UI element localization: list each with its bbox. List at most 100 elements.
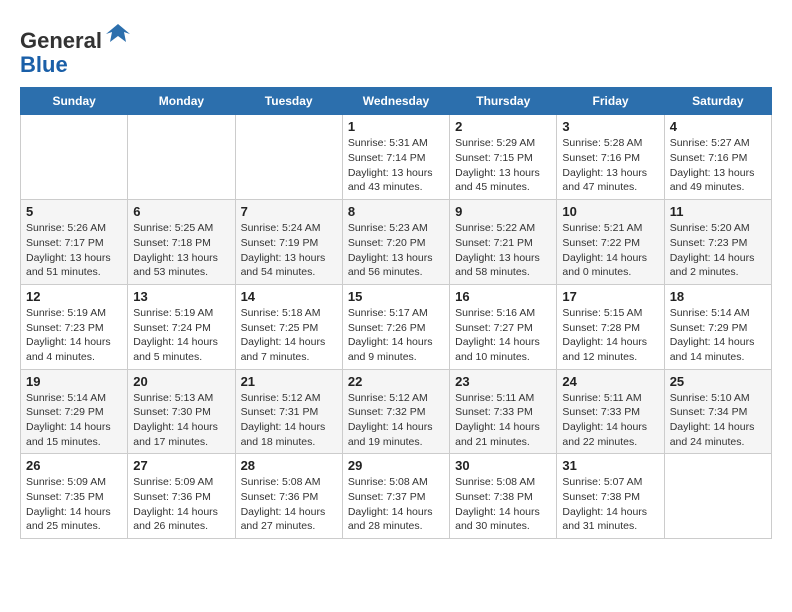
day-of-week-header: Saturday (664, 88, 771, 115)
calendar-cell: 1 Sunrise: 5:31 AMSunset: 7:14 PMDaylight… (342, 115, 449, 200)
day-info: Sunrise: 5:31 AMSunset: 7:14 PMDaylight:… (348, 136, 444, 195)
day-info: Sunrise: 5:22 AMSunset: 7:21 PMDaylight:… (455, 221, 551, 280)
day-number: 14 (241, 289, 337, 304)
calendar-cell: 4Sunrise: 5:27 AMSunset: 7:16 PMDaylight… (664, 115, 771, 200)
calendar-cell: 24 Sunrise: 5:11 AMSunset: 7:33 PMDayligh… (557, 369, 664, 454)
day-info: Sunrise: 5:11 AMSunset: 7:33 PMDaylight:… (562, 391, 658, 450)
day-number: 1 (348, 119, 444, 134)
day-number: 30 (455, 458, 551, 473)
day-info: Sunrise: 5:15 AMSunset: 7:28 PMDaylight:… (562, 306, 658, 365)
calendar-cell: 21Sunrise: 5:12 AMSunset: 7:31 PMDayligh… (235, 369, 342, 454)
day-number: 11 (670, 204, 766, 219)
calendar-cell: 13 Sunrise: 5:19 AMSunset: 7:24 PMDayligh… (128, 284, 235, 369)
day-info: Sunrise: 5:16 AMSunset: 7:27 PMDaylight:… (455, 306, 551, 365)
calendar-cell: 9 Sunrise: 5:22 AMSunset: 7:21 PMDaylight… (450, 200, 557, 285)
day-number: 8 (348, 204, 444, 219)
day-number: 25 (670, 374, 766, 389)
day-number: 26 (26, 458, 122, 473)
day-info: Sunrise: 5:19 AMSunset: 7:23 PMDaylight:… (26, 306, 122, 365)
calendar-week-row: 12 Sunrise: 5:19 AMSunset: 7:23 PMDayligh… (21, 284, 772, 369)
calendar-cell: 14Sunrise: 5:18 AMSunset: 7:25 PMDayligh… (235, 284, 342, 369)
calendar-week-row: 5 Sunrise: 5:26 AMSunset: 7:17 PMDaylight… (21, 200, 772, 285)
logo-bird-icon (104, 20, 132, 48)
day-number: 24 (562, 374, 658, 389)
page-header: General Blue (20, 20, 772, 77)
day-info: Sunrise: 5:21 AMSunset: 7:22 PMDaylight:… (562, 221, 658, 280)
day-number: 18 (670, 289, 766, 304)
day-number: 12 (26, 289, 122, 304)
calendar-week-row: 1 Sunrise: 5:31 AMSunset: 7:14 PMDaylight… (21, 115, 772, 200)
day-info: Sunrise: 5:25 AMSunset: 7:18 PMDaylight:… (133, 221, 229, 280)
day-info: Sunrise: 5:10 AMSunset: 7:34 PMDaylight:… (670, 391, 766, 450)
calendar-cell: 29Sunrise: 5:08 AMSunset: 7:37 PMDayligh… (342, 454, 449, 539)
day-info: Sunrise: 5:27 AMSunset: 7:16 PMDaylight:… (670, 136, 766, 195)
day-info: Sunrise: 5:07 AMSunset: 7:38 PMDaylight:… (562, 475, 658, 534)
day-info: Sunrise: 5:08 AMSunset: 7:38 PMDaylight:… (455, 475, 551, 534)
calendar-cell: 30 Sunrise: 5:08 AMSunset: 7:38 PMDayligh… (450, 454, 557, 539)
day-number: 5 (26, 204, 122, 219)
day-number: 23 (455, 374, 551, 389)
day-number: 13 (133, 289, 229, 304)
calendar-cell: 18 Sunrise: 5:14 AMSunset: 7:29 PMDayligh… (664, 284, 771, 369)
calendar-body: 1 Sunrise: 5:31 AMSunset: 7:14 PMDaylight… (21, 115, 772, 539)
day-of-week-header: Thursday (450, 88, 557, 115)
day-number: 17 (562, 289, 658, 304)
day-number: 22 (348, 374, 444, 389)
logo: General Blue (20, 20, 132, 77)
day-number: 31 (562, 458, 658, 473)
calendar-table: SundayMondayTuesdayWednesdayThursdayFrid… (20, 87, 772, 539)
day-info: Sunrise: 5:09 AMSunset: 7:35 PMDaylight:… (26, 475, 122, 534)
day-number: 21 (241, 374, 337, 389)
day-info: Sunrise: 5:11 AMSunset: 7:33 PMDaylight:… (455, 391, 551, 450)
day-number: 16 (455, 289, 551, 304)
calendar-cell: 27 Sunrise: 5:09 AMSunset: 7:36 PMDayligh… (128, 454, 235, 539)
calendar-cell: 16 Sunrise: 5:16 AMSunset: 7:27 PMDayligh… (450, 284, 557, 369)
calendar-cell: 31 Sunrise: 5:07 AMSunset: 7:38 PMDayligh… (557, 454, 664, 539)
day-info: Sunrise: 5:28 AMSunset: 7:16 PMDaylight:… (562, 136, 658, 195)
calendar-cell: 10 Sunrise: 5:21 AMSunset: 7:22 PMDayligh… (557, 200, 664, 285)
day-info: Sunrise: 5:29 AMSunset: 7:15 PMDaylight:… (455, 136, 551, 195)
calendar-week-row: 26 Sunrise: 5:09 AMSunset: 7:35 PMDayligh… (21, 454, 772, 539)
day-number: 10 (562, 204, 658, 219)
day-number: 9 (455, 204, 551, 219)
day-number: 2 (455, 119, 551, 134)
calendar-cell: 11 Sunrise: 5:20 AMSunset: 7:23 PMDayligh… (664, 200, 771, 285)
day-number: 7 (241, 204, 337, 219)
day-of-week-header: Wednesday (342, 88, 449, 115)
day-info: Sunrise: 5:24 AMSunset: 7:19 PMDaylight:… (241, 221, 337, 280)
calendar-header-row: SundayMondayTuesdayWednesdayThursdayFrid… (21, 88, 772, 115)
calendar-cell: 2 Sunrise: 5:29 AMSunset: 7:15 PMDaylight… (450, 115, 557, 200)
calendar-cell: 23 Sunrise: 5:11 AMSunset: 7:33 PMDayligh… (450, 369, 557, 454)
day-info: Sunrise: 5:12 AMSunset: 7:32 PMDaylight:… (348, 391, 444, 450)
day-of-week-header: Sunday (21, 88, 128, 115)
day-info: Sunrise: 5:13 AMSunset: 7:30 PMDaylight:… (133, 391, 229, 450)
calendar-cell (235, 115, 342, 200)
day-info: Sunrise: 5:14 AMSunset: 7:29 PMDaylight:… (670, 306, 766, 365)
day-number: 20 (133, 374, 229, 389)
calendar-cell (664, 454, 771, 539)
day-of-week-header: Monday (128, 88, 235, 115)
calendar-cell: 3 Sunrise: 5:28 AMSunset: 7:16 PMDaylight… (557, 115, 664, 200)
day-info: Sunrise: 5:14 AMSunset: 7:29 PMDaylight:… (26, 391, 122, 450)
calendar-cell: 5 Sunrise: 5:26 AMSunset: 7:17 PMDaylight… (21, 200, 128, 285)
calendar-cell: 17 Sunrise: 5:15 AMSunset: 7:28 PMDayligh… (557, 284, 664, 369)
calendar-cell (128, 115, 235, 200)
calendar-cell: 20 Sunrise: 5:13 AMSunset: 7:30 PMDayligh… (128, 369, 235, 454)
calendar-cell: 19 Sunrise: 5:14 AMSunset: 7:29 PMDayligh… (21, 369, 128, 454)
calendar-cell: 8Sunrise: 5:23 AMSunset: 7:20 PMDaylight… (342, 200, 449, 285)
calendar-cell: 6 Sunrise: 5:25 AMSunset: 7:18 PMDaylight… (128, 200, 235, 285)
day-number: 6 (133, 204, 229, 219)
day-info: Sunrise: 5:19 AMSunset: 7:24 PMDaylight:… (133, 306, 229, 365)
calendar-cell: 22 Sunrise: 5:12 AMSunset: 7:32 PMDayligh… (342, 369, 449, 454)
day-info: Sunrise: 5:09 AMSunset: 7:36 PMDaylight:… (133, 475, 229, 534)
day-number: 19 (26, 374, 122, 389)
day-info: Sunrise: 5:20 AMSunset: 7:23 PMDaylight:… (670, 221, 766, 280)
calendar-cell (21, 115, 128, 200)
day-info: Sunrise: 5:26 AMSunset: 7:17 PMDaylight:… (26, 221, 122, 280)
day-number: 27 (133, 458, 229, 473)
day-number: 15 (348, 289, 444, 304)
day-number: 29 (348, 458, 444, 473)
day-of-week-header: Friday (557, 88, 664, 115)
day-number: 3 (562, 119, 658, 134)
calendar-cell: 28Sunrise: 5:08 AMSunset: 7:36 PMDayligh… (235, 454, 342, 539)
